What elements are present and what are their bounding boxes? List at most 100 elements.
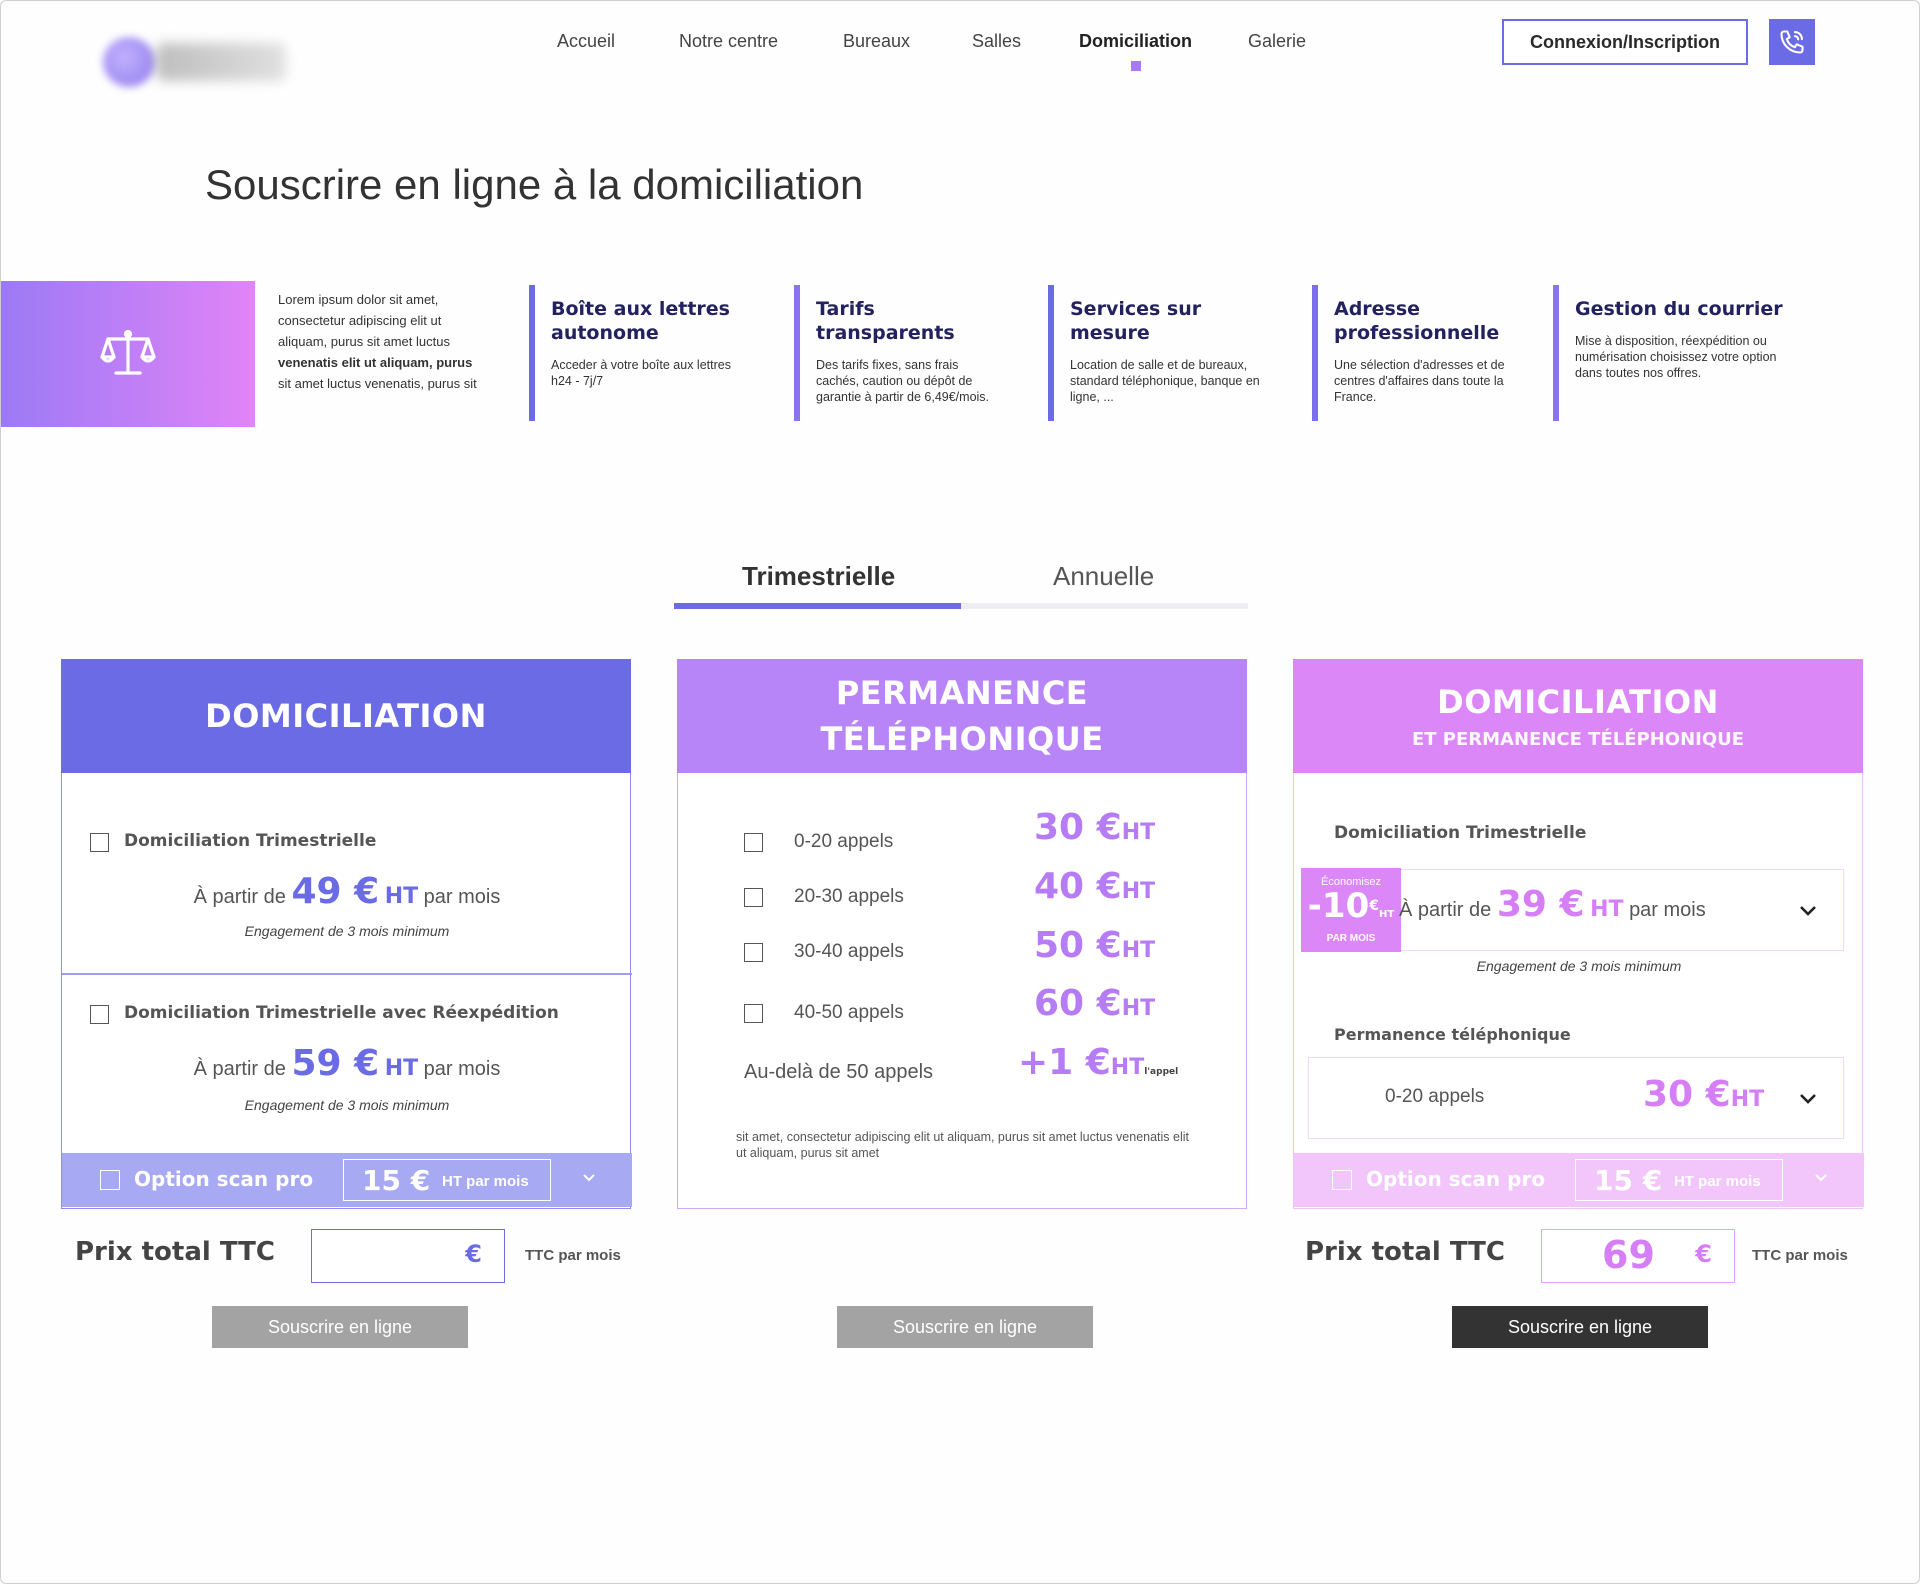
- price-ht: HT: [1121, 820, 1156, 845]
- scan-price: 15 €: [1594, 1164, 1663, 1197]
- checkbox-calls-40-50[interactable]: [744, 1004, 763, 1023]
- card-header: DOMICILIATION ET PERMANENCE TÉLÉPHONIQUE: [1293, 659, 1863, 773]
- scan-select[interactable]: 15 € HT par mois: [343, 1159, 551, 1201]
- price-value: +1 €: [1018, 1042, 1111, 1083]
- call-tier-price: 40 €HT: [1034, 866, 1155, 907]
- checkbox-calls-20-30[interactable]: [744, 888, 763, 907]
- card-dom-permanence: DOMICILIATION ET PERMANENCE TÉLÉPHONIQUE…: [1293, 659, 1864, 1209]
- nav-item-domiciliation[interactable]: Domiciliation: [1079, 31, 1193, 71]
- scan-select[interactable]: 15 € HT par mois: [1575, 1159, 1783, 1201]
- call-tier-label: 20-30 appels: [794, 886, 904, 907]
- logo-wordmark: [156, 43, 286, 81]
- price-prefix: À partir de: [193, 886, 286, 908]
- price-value: 60 €: [1034, 983, 1122, 1024]
- card-title-line2: TÉLÉPHONIQUE: [820, 720, 1104, 758]
- price-ht: HT: [384, 884, 419, 909]
- checkbox-calls-30-40[interactable]: [744, 943, 763, 962]
- divider: [62, 973, 632, 975]
- perm-price: 30 €HT: [1643, 1074, 1764, 1115]
- total-field[interactable]: €: [311, 1229, 505, 1283]
- euro-sign: €: [1695, 1240, 1712, 1268]
- chevron-down-icon[interactable]: [1814, 1171, 1828, 1185]
- price-value: 59 €: [291, 1043, 380, 1084]
- phone-button[interactable]: [1769, 19, 1815, 65]
- checkbox-scan-pro[interactable]: [1332, 1170, 1352, 1190]
- engagement-note: Engagement de 3 mois minimum: [244, 1097, 450, 1113]
- nav-item-label: Domiciliation: [1079, 31, 1193, 51]
- scan-label: Option scan pro: [1366, 1167, 1546, 1191]
- price-suffix: par mois: [1629, 899, 1706, 921]
- card-domiciliation: DOMICILIATION Domiciliation Trimestriell…: [61, 659, 632, 1209]
- card-subtitle: ET PERMANENCE TÉLÉPHONIQUE: [1411, 728, 1745, 750]
- option-price: À partir de 59 € HT par mois: [62, 1043, 632, 1084]
- chevron-down-icon[interactable]: [1799, 1090, 1817, 1108]
- card-title: DOMICILIATION: [205, 697, 487, 735]
- scan-unit: HT par mois: [442, 1173, 529, 1190]
- card-body: 0-20 appels 30 €HT 20-30 appels 40 €HT 3…: [677, 773, 1247, 1209]
- nav-item-notre-centre[interactable]: Notre centre: [679, 31, 778, 52]
- price-ht: HT: [1110, 1055, 1145, 1080]
- euro-sign: €: [465, 1240, 482, 1268]
- scales-icon: [100, 329, 156, 375]
- feature-hero: [1, 281, 255, 427]
- feature-services: Services sur mesure Location de salle et…: [1048, 285, 1278, 421]
- call-tier-price: 30 €HT: [1034, 807, 1155, 848]
- card-title-line1: PERMANENCE: [835, 674, 1089, 712]
- price-ht: HT: [384, 1056, 419, 1081]
- scan-option-row: Option scan pro 15 € HT par mois: [62, 1153, 632, 1207]
- feature-text: Des tarifs fixes, sans frais cachés, cau…: [816, 358, 990, 404]
- feature-pricing: Tarifs transparents Des tarifs fixes, sa…: [794, 285, 1004, 421]
- card-title: DOMICILIATION: [1437, 682, 1719, 721]
- tab-annuelle[interactable]: Annuelle: [1053, 561, 1154, 592]
- card-header: DOMICILIATION: [61, 659, 631, 773]
- logo[interactable]: [61, 19, 331, 115]
- card-note: sit amet, consectetur adipiscing elit ut…: [736, 1130, 1189, 1160]
- chevron-down-icon[interactable]: [582, 1171, 596, 1185]
- engagement-note: Engagement de 3 mois minimum: [1476, 958, 1682, 974]
- subscribe-button[interactable]: Souscrire en ligne: [212, 1306, 468, 1348]
- checkbox-calls-0-20[interactable]: [744, 833, 763, 852]
- total-label: Prix total TTC: [75, 1237, 275, 1267]
- feature-text: Mise à disposition, réexpédition ou numé…: [1575, 334, 1777, 380]
- badge-ht: HT: [1378, 909, 1395, 920]
- tabs-active-bar: [674, 603, 961, 609]
- login-button[interactable]: Connexion/Inscription: [1502, 19, 1748, 65]
- feature-title: Adresse professionnelle: [1334, 298, 1500, 344]
- call-tier-price: 50 €HT: [1034, 925, 1155, 966]
- card-body: Domiciliation Trimestrielle À partir de …: [61, 773, 632, 1209]
- price-ht: HT: [1121, 996, 1156, 1021]
- beyond-label: Au-delà de 50 appels: [744, 1061, 934, 1083]
- phone-icon: [1780, 30, 1804, 54]
- checkbox-dom-trimestrielle[interactable]: [90, 833, 109, 852]
- badge-amount: -10: [1307, 886, 1370, 926]
- call-tier-price: 60 €HT: [1034, 983, 1155, 1024]
- chevron-down-icon[interactable]: [1799, 902, 1817, 920]
- nav-item-accueil[interactable]: Accueil: [557, 31, 615, 52]
- perm-select[interactable]: 0-20 appels 30 €HT: [1308, 1057, 1844, 1139]
- price-value: 40 €: [1034, 866, 1122, 907]
- total-label: Prix total TTC: [1305, 1237, 1505, 1267]
- call-tier-label: 40-50 appels: [794, 1002, 904, 1023]
- nav-item-salles[interactable]: Salles: [972, 31, 1021, 52]
- intro-text-a: Lorem ipsum dolor sit amet, consectetur …: [278, 292, 450, 349]
- price-suffix: l'appel: [1144, 1067, 1179, 1077]
- perm-section-label: Permanence téléphonique: [1334, 1025, 1571, 1044]
- checkbox-dom-reexpedition[interactable]: [90, 1005, 109, 1024]
- ttc-note: TTC par mois: [1752, 1247, 1848, 1264]
- dom-select[interactable]: Économisez -10€HT PAR MOIS À partir de 3…: [1301, 868, 1844, 952]
- price-value: 50 €: [1034, 925, 1122, 966]
- feature-title: Boîte aux lettres autonome: [551, 298, 730, 344]
- price-prefix: À partir de: [193, 1058, 286, 1080]
- intro-text: Lorem ipsum dolor sit amet, consectetur …: [278, 289, 478, 394]
- option-label: Domiciliation Trimestrielle: [124, 831, 377, 851]
- engagement-note: Engagement de 3 mois minimum: [244, 923, 450, 939]
- total-field[interactable]: 69 €: [1541, 1229, 1735, 1283]
- nav-item-bureaux[interactable]: Bureaux: [843, 31, 910, 52]
- card-body: Domiciliation Trimestrielle Économisez -…: [1293, 773, 1864, 1209]
- checkbox-scan-pro[interactable]: [100, 1170, 120, 1190]
- subscribe-button[interactable]: Souscrire en ligne: [837, 1306, 1093, 1348]
- feature-mail: Gestion du courrier Mise à disposition, …: [1553, 285, 1783, 421]
- tab-trimestrielle[interactable]: Trimestrielle: [742, 561, 895, 592]
- nav-item-galerie[interactable]: Galerie: [1248, 31, 1306, 52]
- subscribe-button[interactable]: Souscrire en ligne: [1452, 1306, 1708, 1348]
